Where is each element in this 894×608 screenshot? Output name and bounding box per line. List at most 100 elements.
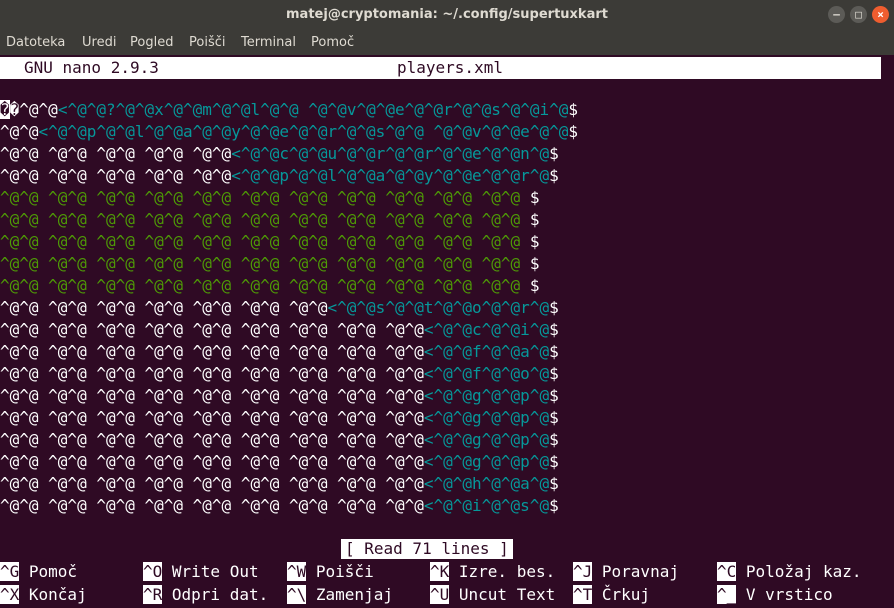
maximize-button[interactable]: □ <box>850 6 867 23</box>
line-segment: ^@^@ ^@^@ ^@^@ ^@^@ ^@^@ ^@^@ ^@^@ ^@^@ … <box>0 210 530 229</box>
terminal-area[interactable]: GNU nano 2.9.3 players.xml ��^@^@<^@^@?^… <box>0 55 894 608</box>
menu-pomoc[interactable]: Pomoč <box>311 35 354 50</box>
maximize-icon: □ <box>855 8 862 21</box>
line-segment: �^@^@ <box>9 100 58 119</box>
line-segment: $ <box>549 320 559 339</box>
status-message: [ Read 71 lines ] <box>341 539 513 559</box>
window-titlebar: matej@cryptomania: ~/.config/supertuxkar… <box>0 0 894 30</box>
editor-line[interactable]: ^@^@ ^@^@ ^@^@ ^@^@ ^@^@ ^@^@ ^@^@ ^@^@ … <box>0 473 559 495</box>
shortcut-item[interactable]: ^J Poravnaj <box>573 562 679 582</box>
editor-line[interactable]: ^@^@ ^@^@ ^@^@ ^@^@ ^@^@ ^@^@ ^@^@ ^@^@ … <box>0 275 539 297</box>
menu-datoteka[interactable]: Datoteka <box>6 35 65 50</box>
editor-line[interactable]: ^@^@ ^@^@ ^@^@ ^@^@ ^@^@ ^@^@ ^@^@ ^@^@ … <box>0 451 559 473</box>
line-segment: <^@^@i^@^@s^@ <box>423 496 550 515</box>
line-segment: $ <box>568 122 578 141</box>
line-segment: <^@^@c^@^@u^@^@r^@^@r^@^@e^@^@n^@ <box>231 144 550 163</box>
shortcut-key: ^C <box>717 562 737 581</box>
shortcut-key: ^J <box>573 562 593 581</box>
line-segment: $ <box>549 342 559 361</box>
editor-line[interactable]: ^@^@ ^@^@ ^@^@ ^@^@ ^@^@ ^@^@ ^@^@ ^@^@ … <box>0 209 539 231</box>
shortcut-key: ^T <box>573 585 593 604</box>
line-segment: <^@^@p^@^@l^@^@a^@^@y^@^@e^@^@r^@^@s^@^@ <box>38 122 424 141</box>
shortcut-item[interactable]: ^W Poišči <box>287 562 374 582</box>
shortcut-item[interactable]: ^C Položaj kaz. <box>717 562 862 582</box>
line-segment: $ <box>549 166 559 185</box>
line-segment: ^@^@ ^@^@ ^@^@ ^@^@ ^@^@ ^@^@ ^@^@ ^@^@ … <box>0 474 424 493</box>
shortcut-item[interactable]: ^\ Zamenjaj <box>287 585 393 605</box>
editor-line[interactable]: ^@^@<^@^@p^@^@l^@^@a^@^@y^@^@e^@^@r^@^@s… <box>0 121 578 143</box>
editor-line[interactable]: ^@^@ ^@^@ ^@^@ ^@^@ ^@^@ ^@^@ ^@^@ ^@^@ … <box>0 231 539 253</box>
line-segment: <^@^@g^@^@p^@ <box>423 430 550 449</box>
line-segment: $ <box>549 364 559 383</box>
shortcut-label: Poravnaj <box>592 562 679 581</box>
shortcut-label: Končaj <box>19 585 87 604</box>
line-segment: ^@^@ ^@^@ ^@^@ ^@^@ ^@^@ ^@^@ ^@^@ ^@^@ … <box>0 364 424 383</box>
line-segment: ^@^@ ^@^@ ^@^@ ^@^@ ^@^@ <box>0 144 232 163</box>
line-segment: <^@^@g^@^@p^@ <box>423 408 550 427</box>
line-segment: ^@^@ ^@^@ ^@^@ ^@^@ ^@^@ ^@^@ ^@^@ ^@^@ … <box>0 408 424 427</box>
shortcut-key: ^\ <box>287 585 307 604</box>
line-segment: <^@^@p^@^@l^@^@a^@^@y^@^@e^@^@r^@ <box>231 166 550 185</box>
editor-line[interactable]: ^@^@ ^@^@ ^@^@ ^@^@ ^@^@ ^@^@ ^@^@ ^@^@ … <box>0 187 539 209</box>
shortcut-item[interactable]: ^_ V vrstico <box>717 585 833 605</box>
editor-line[interactable]: ^@^@ ^@^@ ^@^@ ^@^@ ^@^@<^@^@p^@^@l^@^@a… <box>0 165 559 187</box>
menubar: Datoteka Uredi Pogled Poišči Terminal Po… <box>0 30 894 55</box>
shortcut-label: Črkuj <box>592 585 651 604</box>
window-title: matej@cryptomania: ~/.config/supertuxkar… <box>286 7 608 22</box>
editor-line[interactable]: ^@^@ ^@^@ ^@^@ ^@^@ ^@^@ ^@^@ ^@^@ ^@^@ … <box>0 385 559 407</box>
shortcut-key: ^_ <box>717 585 737 604</box>
menu-terminal[interactable]: Terminal <box>241 35 296 50</box>
line-segment: ^@^@ ^@^@ ^@^@ ^@^@ ^@^@ ^@^@ ^@^@ ^@^@ … <box>0 452 424 471</box>
line-segment: $ <box>529 254 540 273</box>
editor-line[interactable]: ^@^@ ^@^@ ^@^@ ^@^@ ^@^@ ^@^@ ^@^@ ^@^@ … <box>0 319 559 341</box>
shortcut-key: ^W <box>287 562 307 581</box>
line-segment: <^@^@h^@^@a^@ <box>423 474 550 493</box>
line-segment: ^@^@ ^@^@ ^@^@ ^@^@ ^@^@ ^@^@ ^@^@ ^@^@ … <box>0 254 530 273</box>
menu-pogled[interactable]: Pogled <box>130 35 173 50</box>
shortcut-key: ^O <box>143 562 163 581</box>
line-segment: $ <box>529 232 540 251</box>
shortcut-key: ^K <box>430 562 450 581</box>
line-segment: <^@^@f^@^@a^@ <box>423 342 550 361</box>
editor-line[interactable]: ^@^@ ^@^@ ^@^@ ^@^@ ^@^@ ^@^@ ^@^@ ^@^@ … <box>0 341 559 363</box>
shortcut-item[interactable]: ^O Write Out <box>143 562 259 582</box>
editor-line[interactable]: ^@^@ ^@^@ ^@^@ ^@^@ ^@^@ ^@^@ ^@^@ ^@^@ … <box>0 363 559 385</box>
shortcut-item[interactable]: ^G Pomoč <box>0 562 77 582</box>
line-segment: $ <box>549 430 559 449</box>
line-segment: ^@^@v^@^@e^@^@ <box>433 122 569 141</box>
editor-line[interactable]: ^@^@ ^@^@ ^@^@ ^@^@ ^@^@<^@^@c^@^@u^@^@r… <box>0 143 559 165</box>
line-segment: <^@^@s^@^@t^@^@o^@^@r^@ <box>327 298 550 317</box>
line-segment: $ <box>549 386 559 405</box>
shortcut-label: Položaj kaz. <box>736 562 862 581</box>
shortcut-item[interactable]: ^X Končaj <box>0 585 87 605</box>
shortcut-label: Zamenjaj <box>306 585 393 604</box>
shortcut-key: ^G <box>0 562 20 581</box>
shortcut-item[interactable]: ^R Odpri dat. <box>143 585 268 605</box>
line-segment: ^@^@ ^@^@ ^@^@ ^@^@ ^@^@ ^@^@ ^@^@ ^@^@ … <box>0 232 530 251</box>
line-segment: $ <box>549 496 559 515</box>
line-segment: $ <box>549 474 559 493</box>
shortcut-label: Pomoč <box>19 562 78 581</box>
shortcut-item[interactable]: ^U Uncut Text <box>430 585 555 605</box>
minimize-button[interactable]: – <box>828 6 845 23</box>
line-segment: ^@^@ ^@^@ ^@^@ ^@^@ ^@^@ ^@^@ ^@^@ ^@^@ … <box>0 188 530 207</box>
shortcut-label: Izre. bes. <box>449 562 556 581</box>
shortcut-key: ^U <box>430 585 450 604</box>
shortcut-item[interactable]: ^K Izre. bes. <box>430 562 555 582</box>
text-cursor: � <box>0 100 10 119</box>
editor-line[interactable]: ��^@^@<^@^@?^@^@x^@^@m^@^@l^@^@ ^@^@v^@^… <box>0 99 578 121</box>
shortcut-item[interactable]: ^T Črkuj <box>573 585 650 605</box>
close-button[interactable]: × <box>872 6 889 23</box>
editor-line[interactable]: ^@^@ ^@^@ ^@^@ ^@^@ ^@^@ ^@^@ ^@^@ ^@^@ … <box>0 495 559 517</box>
menu-poisci[interactable]: Poišči <box>189 35 225 50</box>
menu-uredi[interactable]: Uredi <box>82 35 116 50</box>
shortcut-label: Write Out <box>162 562 259 581</box>
scrollbar[interactable] <box>882 55 894 608</box>
nano-version: GNU nano 2.9.3 <box>24 58 159 77</box>
line-segment: <^@^@c^@^@i^@ <box>423 320 550 339</box>
editor-line[interactable]: ^@^@ ^@^@ ^@^@ ^@^@ ^@^@ ^@^@ ^@^@ ^@^@ … <box>0 253 539 275</box>
editor-line[interactable]: ^@^@ ^@^@ ^@^@ ^@^@ ^@^@ ^@^@ ^@^@<^@^@s… <box>0 297 559 319</box>
shortcut-key: ^R <box>143 585 163 604</box>
editor-line[interactable]: ^@^@ ^@^@ ^@^@ ^@^@ ^@^@ ^@^@ ^@^@ ^@^@ … <box>0 407 559 429</box>
editor-line[interactable]: ^@^@ ^@^@ ^@^@ ^@^@ ^@^@ ^@^@ ^@^@ ^@^@ … <box>0 429 559 451</box>
